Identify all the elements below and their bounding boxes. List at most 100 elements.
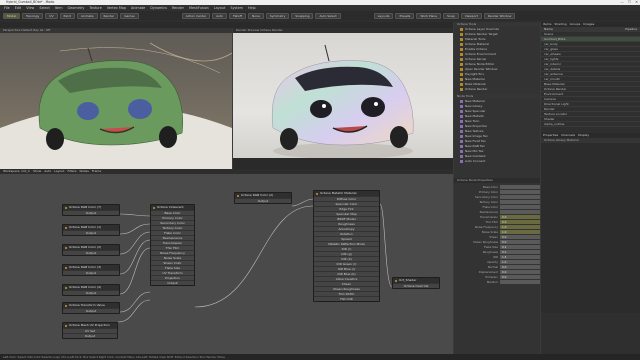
toolbar-button-snap[interactable]: Snap: [443, 12, 459, 19]
node-port-output[interactable]: Output: [63, 290, 119, 295]
node-rgb5[interactable]: Octane RGB Color (4) Output: [62, 284, 120, 296]
property-value-flake-color[interactable]: [500, 205, 540, 209]
toolbar-button-render-window[interactable]: Render Window: [483, 12, 516, 19]
node-port-output[interactable]: Output: [63, 308, 119, 313]
toolbar-button-render[interactable]: Render: [99, 12, 119, 19]
toolbar-button-paint[interactable]: Paint: [59, 12, 75, 19]
node-port-output[interactable]: Output: [151, 280, 194, 285]
property-label-sheen-roughness: Sheen Roughness: [473, 240, 498, 244]
node-swatch-icon: [460, 145, 463, 148]
node-swatch-icon: [460, 140, 463, 143]
render-eye-right: [361, 97, 385, 117]
property-value-medium[interactable]: [500, 280, 540, 284]
toolbar-button-work-plane[interactable]: Work Plane: [416, 12, 442, 19]
node-rgb6[interactable]: Octane RGB Color (2) Output: [234, 192, 292, 204]
toolbar-button-none[interactable]: None: [248, 12, 264, 19]
property-value-flake-size[interactable]: 0.1: [500, 245, 540, 249]
property-label-displacement: Displacement: [478, 270, 498, 274]
toolbar-button-viewport[interactable]: Viewport: [460, 12, 482, 19]
toolbar-button-action-center[interactable]: Action Center: [181, 12, 211, 19]
node-tools-list: New Material New Glossy New Specular New Me…: [454, 99, 540, 164]
property-value-noise-frequency[interactable]: 1.0: [500, 225, 540, 229]
tool-swatch-icon: [460, 53, 463, 56]
property-label-tertiary-color: Tertiary Color: [479, 200, 498, 204]
property-value-transmission[interactable]: 0.0: [500, 215, 540, 219]
node-port-output[interactable]: Output: [235, 198, 291, 203]
property-label-opacity: Opacity: [487, 260, 498, 264]
toolbar-center-group: Action Center Auto Falloff None Symmetry Snap…: [181, 12, 341, 19]
node-port-octane-override[interactable]: Octane Override: [393, 283, 439, 288]
node-override[interactable]: Oct_Shader Octane Override: [392, 277, 440, 289]
render-viewport[interactable]: Render Preview Octane Render Status: Ren…: [233, 28, 453, 169]
item-row-alpha-outline[interactable]: Alpha_outline: [541, 122, 640, 127]
property-label-flake-color: Flake Color: [482, 205, 498, 209]
property-value-sheen[interactable]: 0.0: [500, 235, 540, 239]
property-label-flake-size: Flake Size: [484, 245, 498, 249]
gl-viewport[interactable]: Perspective Default Ray GL: Off: [0, 28, 232, 169]
toolbar-button-snapping[interactable]: Snapping: [291, 12, 314, 19]
node-port-output[interactable]: Output: [63, 333, 117, 338]
toolbar-button-animate[interactable]: Animate: [76, 12, 98, 19]
property-value-pearlescence[interactable]: [500, 210, 540, 214]
node-iridescent[interactable]: Octane Iridescent Base Color Primary Color…: [150, 204, 195, 286]
octane-tool-label: Octane Render: [465, 87, 488, 91]
node-metallic[interactable]: Octane Metallic Material Diffuse Color Spe…: [313, 190, 380, 302]
toolbar-button-presets[interactable]: Presets: [395, 12, 415, 19]
property-value-opacity[interactable]: 1.0: [500, 260, 540, 264]
toolbar-button-model[interactable]: Model: [3, 12, 21, 19]
toolbar-button-auto[interactable]: Auto: [212, 12, 228, 19]
property-value-sheen-roughness[interactable]: 0.0: [500, 240, 540, 244]
property-value-primary-color[interactable]: [500, 190, 540, 194]
node-port-output[interactable]: Output: [63, 270, 119, 275]
node-editor-canvas[interactable]: Octane RGB Color (7) Output Octane RGB Col…: [0, 174, 453, 354]
node-rgb3[interactable]: Octane RGB Color (2) Output: [62, 244, 120, 256]
property-value-emission[interactable]: 0.0: [500, 275, 540, 279]
property-value-tertiary-color[interactable]: [500, 200, 540, 204]
node-proj[interactable]: Octane Mesh UV Projection UV Set Output: [62, 322, 118, 339]
properties-tab-display[interactable]: Display: [578, 133, 589, 138]
toolbar-button-symmetry[interactable]: Symmetry: [265, 12, 290, 19]
toolbar-button-falloff[interactable]: Falloff: [229, 12, 246, 19]
node-port-output[interactable]: Output: [63, 210, 119, 215]
node-swatch-icon: [460, 125, 463, 128]
node-rgb2[interactable]: Octane RGB Color (1) Output: [62, 224, 120, 236]
node-swatch-icon: [460, 155, 463, 158]
tool-swatch-icon: [460, 63, 463, 66]
node-port-output[interactable]: Output: [63, 230, 119, 235]
items-tab-groups[interactable]: Groups: [570, 22, 581, 27]
property-value-ior[interactable]: 1.5: [500, 255, 540, 259]
render-controls-strip[interactable]: [233, 158, 453, 169]
property-value-thin-film[interactable]: 0.0: [500, 220, 540, 224]
node-title: Octane RGB Color (4): [63, 285, 119, 290]
toolbar-button-layouts[interactable]: Layouts: [373, 12, 394, 19]
node-rgb1[interactable]: Octane RGB Color (7) Output: [62, 204, 120, 216]
octane-tool-octane-render[interactable]: Octane Render: [454, 87, 540, 92]
items-tab-shading[interactable]: Shading: [554, 22, 566, 27]
property-value-noise-scale[interactable]: 1.0: [500, 230, 540, 234]
node-port-output[interactable]: Output: [63, 250, 119, 255]
tool-swatch-icon: [460, 88, 463, 91]
main-toolbar: Model Topology UV Paint Animate Render Games A…: [0, 11, 640, 20]
property-value-normal[interactable]: 0.0: [500, 265, 540, 269]
property-label-sheen: Sheen: [489, 235, 498, 239]
toolbar-button-auto-select[interactable]: Auto Select: [315, 12, 341, 19]
toolbar-button-topology[interactable]: Topology: [22, 12, 44, 19]
node-swatch-icon: [460, 160, 463, 163]
node-rgb4[interactable]: Octane RGB Color (3) Output: [62, 264, 120, 276]
property-value-displacement[interactable]: 0.0: [500, 270, 540, 274]
tool-swatch-icon: [460, 68, 463, 71]
tool-swatch-icon: [460, 58, 463, 61]
property-value-roughness[interactable]: 0.1: [500, 250, 540, 254]
items-tab-images[interactable]: Images: [583, 22, 594, 27]
properties-grid: Base Color Primary Color Secondary Color Te…: [454, 183, 540, 286]
property-value-base-color[interactable]: [500, 185, 540, 189]
node-swatch-icon: [460, 120, 463, 123]
property-value-secondary-color[interactable]: [500, 195, 540, 199]
node-port-film-ior[interactable]: Film IOR: [314, 296, 379, 301]
property-label-medium: Medium: [486, 280, 498, 284]
node-title: Octane RGB Color (3): [63, 265, 119, 270]
toolbar-button-uv[interactable]: UV: [45, 12, 58, 19]
node-xform[interactable]: Octane Transform Value Output: [62, 302, 120, 314]
node-title: Oct_Shader: [393, 278, 439, 283]
toolbar-button-games[interactable]: Games: [120, 12, 139, 19]
